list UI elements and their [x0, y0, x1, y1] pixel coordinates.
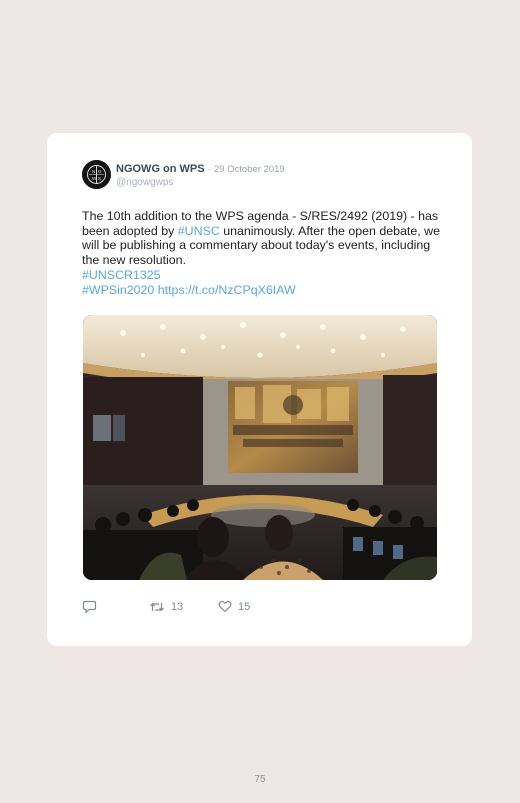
- separator: ·: [207, 164, 211, 175]
- like-button[interactable]: 15: [218, 600, 250, 613]
- tweet-actions: 13 15: [82, 600, 382, 620]
- tweet-text: The 10th addition to the WPS agenda - S/…: [82, 209, 442, 297]
- svg-text:G: G: [98, 169, 102, 174]
- tweet-card: N G W S NGOWG on WPS · 29 October 2019 @…: [47, 133, 472, 646]
- heart-icon: [218, 600, 232, 613]
- author-name[interactable]: NGOWG on WPS: [116, 163, 205, 175]
- hashtag-unscr1325-link[interactable]: #UNSCR1325: [82, 268, 161, 282]
- tweet-date[interactable]: 29 October 2019: [214, 164, 285, 175]
- page-number: 75: [254, 774, 266, 785]
- retweet-count: 13: [171, 601, 184, 613]
- retweet-button[interactable]: 13: [149, 600, 183, 614]
- retweet-icon: [150, 602, 164, 612]
- hashtag-wpsin2020-link[interactable]: #WPSin2020: [82, 283, 154, 297]
- reply-button[interactable]: [82, 600, 97, 614]
- ngowg-logo-icon: N G W S: [82, 160, 111, 189]
- author-handle[interactable]: @ngowgwps: [116, 177, 173, 188]
- tweet-header: NGOWG on WPS · 29 October 2019: [116, 163, 285, 175]
- reply-icon: [82, 600, 97, 614]
- tweet-url-link[interactable]: https://t.co/NzCPqX6IAW: [158, 283, 296, 297]
- avatar[interactable]: N G W S: [82, 160, 111, 189]
- svg-text:N: N: [92, 169, 95, 174]
- security-council-chamber-image: [83, 315, 437, 580]
- tweet-photo[interactable]: [83, 315, 437, 580]
- svg-text:S: S: [98, 176, 101, 181]
- like-count: 15: [238, 600, 251, 613]
- hashtag-unsc-link[interactable]: #UNSC: [178, 224, 220, 238]
